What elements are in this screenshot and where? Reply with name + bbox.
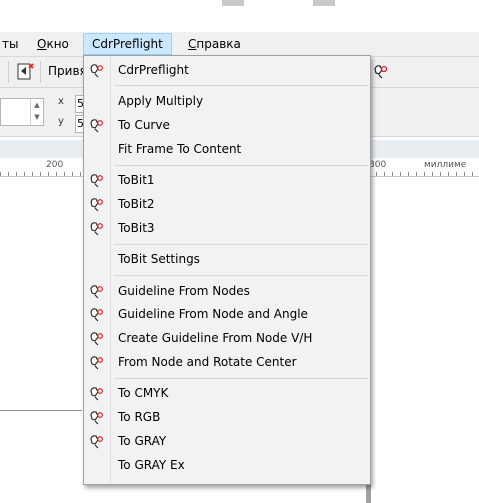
menu-item-tobit1[interactable]: ToBit1 (86, 170, 368, 192)
cdr-plugin-icon (89, 307, 107, 323)
ruler-label-300: 300 (369, 160, 387, 170)
menu-item-to-rgb[interactable]: To RGB (86, 407, 368, 429)
menu-item-tobit3[interactable]: ToBit3 (86, 218, 368, 240)
ruler-units-label: миллиме (424, 160, 467, 170)
snap-to-label[interactable]: Привя (48, 64, 87, 78)
menu-item-label: ToBit1 (118, 173, 155, 187)
menu-item-cdrpreflight[interactable]: CdrPreflight (83, 33, 172, 55)
menu-item-help[interactable]: Справка (180, 34, 249, 54)
y-position-icon: y (58, 116, 64, 127)
menu-item-tools[interactable]: ты (0, 34, 26, 54)
menu-item-guideline-node-angle[interactable]: Guideline From Node and Angle (86, 304, 368, 326)
menu-item-label: Create Guideline From Node V/H (118, 331, 313, 345)
menu-separator (114, 378, 368, 379)
spinner-arrows[interactable]: ▲ ▼ (30, 99, 43, 125)
menu-item-label: To RGB (118, 410, 161, 424)
cdr-plugin-icon (89, 197, 107, 213)
cdr-plugin-icon (89, 434, 107, 450)
menu-item-label: Guideline From Node and Angle (118, 307, 308, 321)
menu-item-label: Fit Frame To Content (118, 142, 242, 156)
menu-item-cdrpreflight[interactable]: CdrPreflight (86, 60, 368, 82)
menu-item-apply-multiply[interactable]: Apply Multiply (86, 91, 368, 113)
cdr-plugin-icon (89, 284, 107, 300)
title-bar (0, 0, 479, 32)
cdr-plugin-icon (89, 221, 107, 237)
menu-item-to-cmyk[interactable]: To CMYK (86, 383, 368, 405)
cdr-plugin-icon (89, 63, 107, 79)
menu-item-guideline-node-vh[interactable]: Create Guideline From Node V/H (86, 328, 368, 350)
menu-separator (114, 275, 368, 276)
menu-item-label: ToBit2 (118, 197, 155, 211)
toolbar-separator (40, 61, 41, 83)
x-position-icon: x (58, 96, 64, 107)
menu-item-label: Guideline From Nodes (118, 284, 250, 298)
cdr-plugin-icon (89, 331, 107, 347)
cdr-plugin-icon (89, 386, 107, 402)
menu-item-guideline-from-nodes[interactable]: Guideline From Nodes (86, 281, 368, 303)
menu-item-fit-frame[interactable]: Fit Frame To Content (86, 139, 368, 161)
menu-separator (114, 244, 368, 245)
cdr-plugin-icon (89, 410, 107, 426)
cdr-plugin-icon (89, 355, 107, 371)
cdr-plugin-icon[interactable] (370, 61, 392, 83)
menu-item-label: CdrPreflight (118, 63, 189, 77)
ruler-label-200: 200 (46, 160, 64, 170)
menu-item-to-curve[interactable]: To Curve (86, 115, 368, 137)
menu-item-label: Apply Multiply (118, 94, 204, 108)
menu-item-node-rotate-center[interactable]: From Node and Rotate Center (86, 352, 368, 374)
numeric-spinner[interactable]: ▲ ▼ (0, 98, 44, 126)
menu-item-label: To GRAY (118, 434, 167, 448)
menu-item-label: ToBit3 (118, 221, 155, 235)
menu-item-window[interactable]: Окно (29, 34, 77, 54)
window-control-icon[interactable] (313, 0, 335, 6)
page-border (0, 410, 82, 411)
export-icon[interactable] (14, 61, 36, 83)
menu-item-label: From Node and Rotate Center (118, 355, 297, 369)
menu-item-tobit-settings[interactable]: ToBit Settings (86, 249, 368, 271)
toolbar-separator (8, 61, 9, 83)
menu-item-to-gray-ex[interactable]: To GRAY Ex (86, 455, 368, 477)
menu-item-label: To Curve (118, 118, 170, 132)
cdrpreflight-menu: CdrPreflight Apply Multiply To Curve Fit… (83, 55, 371, 485)
menu-item-to-gray[interactable]: To GRAY (86, 431, 368, 453)
cdr-plugin-icon (89, 173, 107, 189)
menu-separator (114, 85, 368, 86)
menu-separator (114, 165, 368, 166)
cdr-plugin-icon (89, 118, 107, 134)
menu-item-tobit2[interactable]: ToBit2 (86, 194, 368, 216)
menu-item-label: To GRAY Ex (118, 458, 185, 472)
window-control-icon[interactable] (222, 0, 244, 6)
menu-item-label: ToBit Settings (118, 252, 200, 266)
menu-bar: ты Окно CdrPreflight Справка (0, 32, 479, 57)
menu-item-label: To CMYK (118, 386, 169, 400)
